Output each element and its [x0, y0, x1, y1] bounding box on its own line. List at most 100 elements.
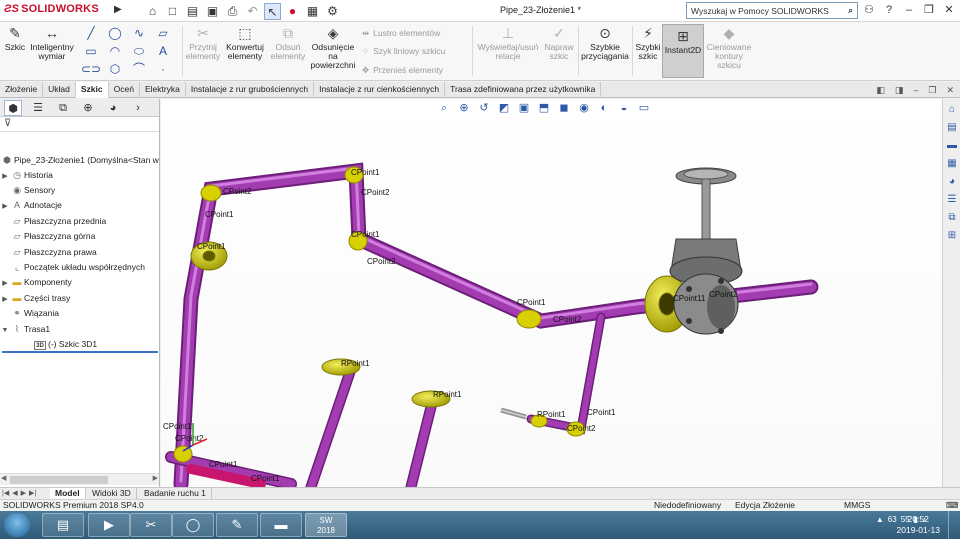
doc-minimize-icon[interactable]: –: [913, 82, 918, 98]
scroll-right-icon[interactable]: ▶: [153, 474, 158, 482]
text-icon[interactable]: A: [152, 43, 174, 60]
first-tab-icon[interactable]: |◀: [2, 488, 9, 499]
paint-taskbar-icon[interactable]: ✎: [216, 513, 258, 537]
zoom-to-area-icon[interactable]: ⊕: [456, 101, 472, 115]
units-selector[interactable]: MMGS: [844, 500, 870, 511]
explorer-taskbar-icon[interactable]: ▤: [42, 513, 84, 537]
tree-item-plaszczyzna-przednia[interactable]: ▱ Płaszczyzna przednia: [0, 214, 107, 229]
opera-taskbar-icon[interactable]: ◯: [172, 513, 214, 537]
user-icon[interactable]: ⚇: [862, 2, 876, 19]
print-icon[interactable]: ⎙: [224, 3, 241, 20]
home-icon[interactable]: ⌂: [144, 3, 161, 20]
dynamic-annotation-icon[interactable]: ▣: [516, 101, 532, 115]
ellipse-icon[interactable]: ⬭: [128, 43, 150, 60]
offset-on-surface-button[interactable]: ◈ Odsunięcie na powierzchni: [308, 22, 358, 70]
tree-item-poczatek-ukladu[interactable]: ⌞ Początek układu współrzędnych: [0, 260, 145, 275]
select-cursor-icon[interactable]: ↖: [264, 2, 281, 20]
configuration-manager-tab-icon[interactable]: ⧉: [54, 100, 72, 116]
tree-filter-icon[interactable]: ⊽: [0, 117, 159, 132]
help-icon[interactable]: ?: [882, 2, 896, 19]
zoom-to-fit-icon[interactable]: ⌕: [436, 101, 452, 115]
status-bar-chat-icon[interactable]: ⌨: [946, 500, 958, 511]
show-desktop-button[interactable]: [948, 511, 960, 539]
trim-entities-button[interactable]: ✂ Przytnij elementy: [184, 22, 222, 61]
hide-show-items-icon[interactable]: ◉: [576, 101, 592, 115]
repair-sketch-button[interactable]: ✓ Napraw szkic: [542, 22, 576, 61]
close-icon[interactable]: ✕: [942, 2, 956, 19]
options-gear-icon[interactable]: ⚙: [324, 3, 341, 20]
panel-expand-icon[interactable]: ›: [129, 100, 147, 116]
convert-entities-button[interactable]: ⬚ Konwertuj elementy: [222, 22, 268, 61]
section-view-icon[interactable]: ◩: [496, 101, 512, 115]
file-properties-icon[interactable]: ▦: [304, 3, 321, 20]
solidworks-logo[interactable]: ƧS SOLIDWORKS: [4, 3, 99, 15]
tree-item-szkic-3d1[interactable]: 3D (-) Szkic 3D1: [34, 337, 97, 352]
tree-item-komponenty[interactable]: ▶ ▬ Komponenty: [0, 275, 71, 290]
instant2d-button[interactable]: ⊞ Instant2D: [662, 24, 704, 78]
help-search-input[interactable]: Wyszukaj w Pomocy SOLIDWORKS ⌕: [686, 2, 858, 19]
tree-root[interactable]: ⬢ Pipe_23-Złożenie1 (Domyślna<Stan w: [0, 153, 159, 168]
circle-icon[interactable]: ◯: [104, 25, 126, 42]
tree-item-adnotacje[interactable]: ▶ A Adnotacje: [0, 198, 62, 213]
tree-item-historia[interactable]: ▶ ◷ Historia: [0, 168, 53, 183]
doc-close-icon[interactable]: ✕: [946, 82, 954, 98]
solidworks-taskbar-icon[interactable]: SW 2018: [305, 513, 347, 537]
scroll-left-icon[interactable]: ◀: [1, 474, 6, 482]
display-style-icon[interactable]: ◼: [556, 101, 572, 115]
previous-view-icon[interactable]: ↺: [476, 101, 492, 115]
point-icon[interactable]: ·: [152, 61, 174, 78]
routing-library-icon[interactable]: ⊞: [945, 229, 959, 243]
tab-rury-cienkościenne[interactable]: Instalacje z rur cienkościennych: [314, 82, 446, 98]
linear-pattern-button[interactable]: ⁘ Szyk liniowy szkicu: [362, 44, 445, 58]
forum-icon[interactable]: ⧉: [945, 211, 959, 225]
line-icon[interactable]: ╱: [80, 25, 102, 42]
expand-icon[interactable]: ▶: [0, 292, 10, 307]
move-entities-button[interactable]: ✥ Przenieś elementy: [362, 63, 443, 77]
smart-dimension-button[interactable]: ↔ Inteligentny wymiar: [28, 22, 76, 61]
prev-tab-icon[interactable]: ◀: [12, 488, 17, 499]
expand-icon[interactable]: ▶: [0, 169, 10, 184]
tree-item-plaszczyzna-gorna[interactable]: ▱ Płaszczyzna górna: [0, 229, 96, 244]
solidworks-resources-icon[interactable]: ⌂: [945, 103, 959, 117]
tree-item-trasa1[interactable]: ▼ ⌇ Trasa1: [0, 322, 51, 338]
slot-icon[interactable]: ⊂⊃: [80, 61, 102, 78]
tree-item-sensory[interactable]: ◉ Sensory: [0, 183, 55, 198]
tree-item-plaszczyzna-prawa[interactable]: ▱ Płaszczyzna prawa: [0, 245, 97, 260]
view-palette-icon[interactable]: ▦: [945, 157, 959, 171]
edit-appearance-icon[interactable]: ◐: [596, 101, 612, 115]
tab-trasa-uzytkownika[interactable]: Trasa zdefiniowana przez użytkownika: [445, 82, 602, 98]
view-orientation-icon[interactable]: ⬒: [536, 101, 552, 115]
design-library-icon[interactable]: ▤: [945, 121, 959, 135]
rapid-sketch-button[interactable]: ⚡ Szybki szkic: [634, 22, 662, 61]
expand-icon[interactable]: ▶: [0, 199, 10, 214]
dimxpert-tab-icon[interactable]: ⊕: [79, 100, 97, 116]
tab-ocen[interactable]: Oceń: [109, 82, 140, 98]
tile-left-icon[interactable]: ◧: [876, 82, 885, 98]
file-manager-taskbar-icon[interactable]: ▬: [260, 513, 302, 537]
scrollbar-thumb[interactable]: [10, 476, 108, 484]
last-tab-icon[interactable]: ▶|: [29, 488, 36, 499]
media-player-taskbar-icon[interactable]: ▶: [88, 513, 130, 537]
file-explorer-icon[interactable]: ▬: [945, 139, 959, 153]
snipping-tool-taskbar-icon[interactable]: ✂: [130, 513, 172, 537]
pipe-flanges[interactable]: [190, 241, 690, 408]
spline-icon[interactable]: ∿: [128, 25, 150, 42]
pipe-plug[interactable]: [500, 407, 527, 420]
view-settings-icon[interactable]: ▭: [636, 101, 652, 115]
rollback-bar[interactable]: [2, 351, 158, 353]
start-button[interactable]: [4, 513, 30, 537]
rebuild-traffic-light-icon[interactable]: ●: [284, 3, 301, 20]
sketch-button[interactable]: ✎ Szkic: [2, 22, 28, 52]
tab-elektryka[interactable]: Elektryka: [140, 82, 186, 98]
panel-horizontal-scrollbar[interactable]: ◀ ▶: [0, 473, 159, 485]
pipe-route-3d-model[interactable]: CPoint2 CPoint1 CPoint1 CPoint1 CPoint2 …: [161, 99, 942, 487]
collapse-icon[interactable]: ▼: [0, 323, 10, 338]
mirror-entities-button[interactable]: ⇹ Lustro elementów: [362, 26, 440, 40]
tile-right-icon[interactable]: ◨: [895, 82, 904, 98]
tab-uklad[interactable]: Układ: [43, 82, 76, 98]
graphics-viewport[interactable]: CPoint2 CPoint1 CPoint1 CPoint1 CPoint2 …: [161, 99, 942, 487]
offset-entities-button[interactable]: ⧉ Odsuń elementy: [268, 22, 308, 61]
shaded-sketch-contours-button[interactable]: ◆ Cieniowane kontury szkicu: [706, 22, 752, 70]
tray-expand-icon[interactable]: ▲: [876, 515, 884, 524]
save-icon[interactable]: ▣: [204, 3, 221, 20]
